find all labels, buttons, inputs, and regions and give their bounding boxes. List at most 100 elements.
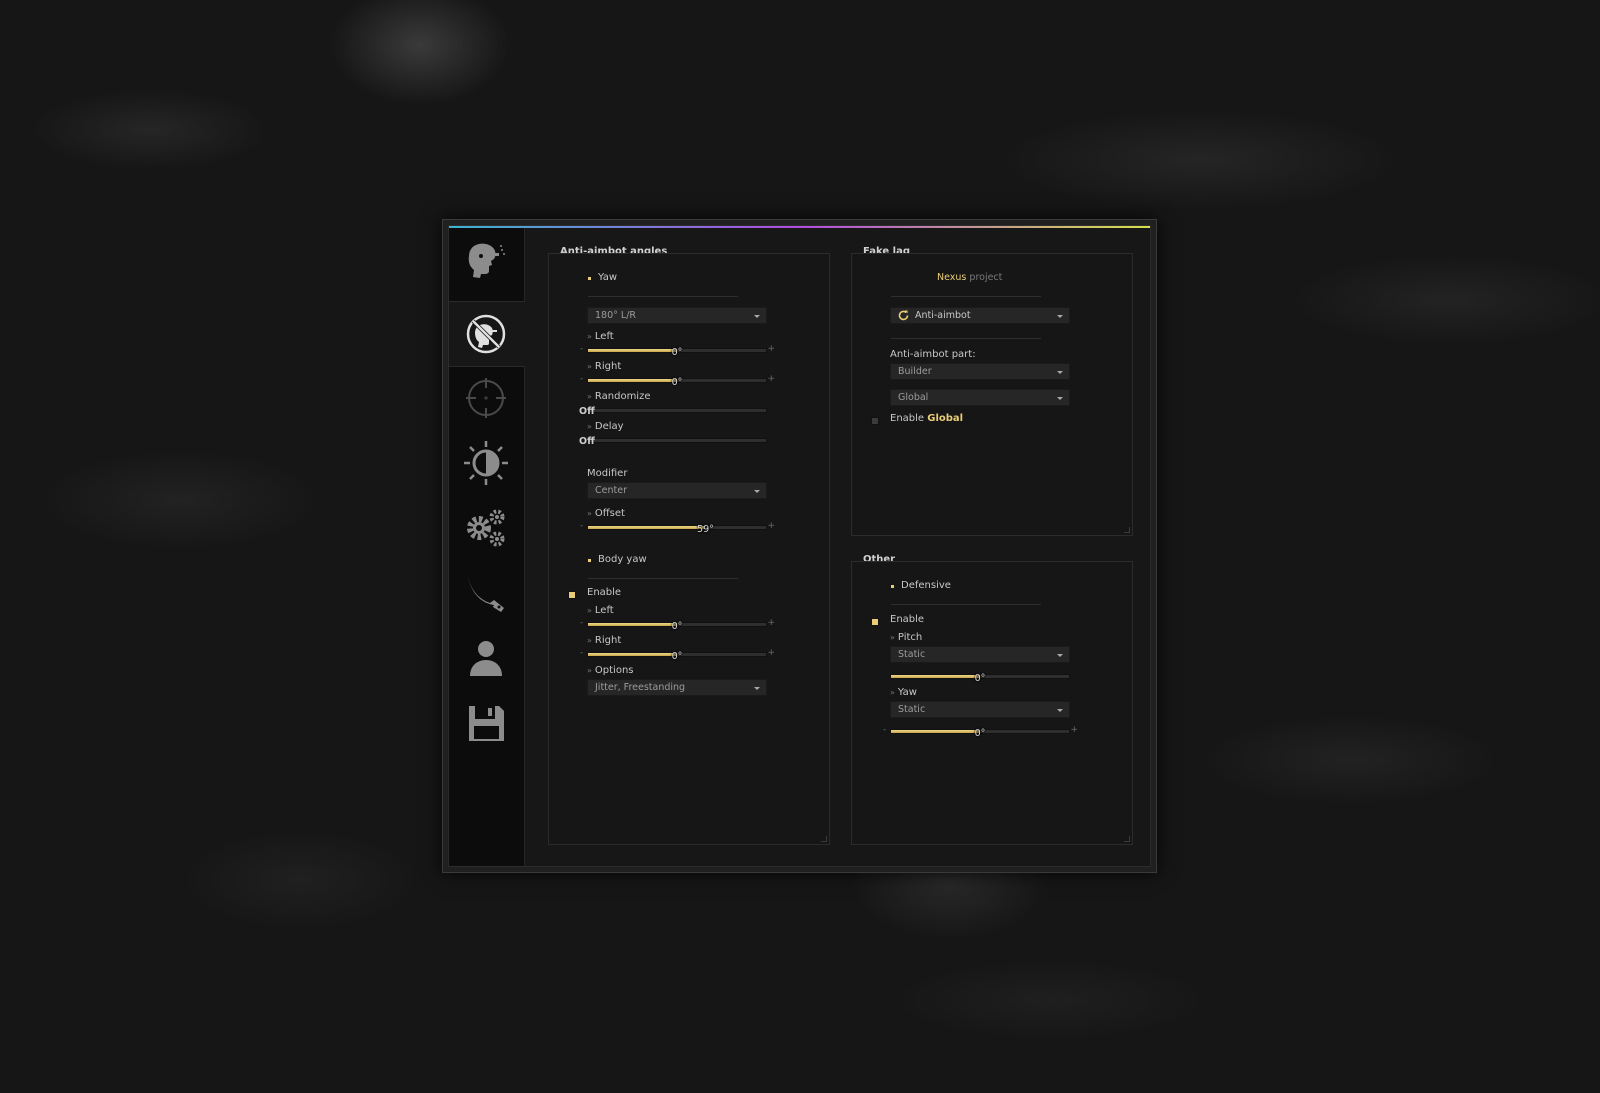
body-right-slider[interactable]: 0° - + bbox=[580, 648, 775, 662]
resize-handle[interactable] bbox=[1124, 836, 1130, 842]
enable-global-label[interactable]: Enable Global bbox=[890, 413, 963, 424]
chevron-down-icon bbox=[1057, 371, 1063, 374]
brand-label: Nexus project bbox=[937, 272, 1003, 283]
mode-separator bbox=[891, 338, 1041, 339]
aa-part-value: Builder bbox=[898, 366, 932, 377]
slider-decrement[interactable]: - bbox=[580, 374, 583, 384]
delay-value: Off bbox=[579, 436, 595, 447]
scope-value: Global bbox=[898, 392, 929, 403]
randomize-slider[interactable] bbox=[587, 408, 767, 413]
slider-value: 0° bbox=[974, 728, 986, 739]
tab-anti-aim[interactable] bbox=[449, 301, 525, 367]
resize-handle[interactable] bbox=[821, 836, 827, 842]
enable-global-checkbox[interactable] bbox=[871, 417, 879, 425]
slider-fill bbox=[588, 526, 706, 529]
slider-decrement[interactable]: - bbox=[580, 521, 583, 531]
other-groupbox: Defensive Enable » Pitch Static 0° » Yaw S… bbox=[851, 561, 1133, 845]
refresh-icon bbox=[898, 310, 909, 321]
slider-fill bbox=[891, 730, 980, 733]
defensive-enable-checkbox[interactable] bbox=[871, 618, 879, 626]
body-yaw-enable-checkbox[interactable] bbox=[568, 591, 576, 599]
body-left-slider[interactable]: 0° - + bbox=[580, 618, 775, 632]
fakelag-mode-value: Anti-aimbot bbox=[915, 310, 971, 321]
yaw-left-slider[interactable]: 0° - + bbox=[580, 344, 775, 358]
aa-groupbox: Yaw 180° L/R » Left 0° - + » Right 0° - + … bbox=[548, 253, 830, 845]
player-icon bbox=[470, 641, 502, 676]
slider-increment[interactable]: + bbox=[767, 344, 775, 354]
slider-fill bbox=[891, 675, 980, 678]
slider-value: 0° bbox=[671, 377, 683, 388]
defensive-yaw-slider[interactable]: 0° - + bbox=[883, 725, 1078, 739]
slider-increment[interactable]: + bbox=[767, 618, 775, 628]
pitch-label: » Pitch bbox=[890, 632, 923, 643]
chevron-down-icon bbox=[754, 687, 760, 690]
body-left-label: » Left bbox=[587, 605, 614, 616]
menu-inner: Anti-aimbot angles Yaw 180° L/R » Left 0°… bbox=[448, 225, 1151, 867]
pitch-dropdown-value: Static bbox=[898, 649, 926, 660]
yaw-dropdown[interactable]: 180° L/R bbox=[587, 307, 767, 324]
tab-skins[interactable] bbox=[449, 561, 524, 625]
anti-aim-icon bbox=[466, 314, 506, 354]
slider-increment[interactable]: + bbox=[767, 648, 775, 658]
yaw-header-bullet bbox=[588, 277, 591, 280]
slider-decrement[interactable]: - bbox=[580, 648, 583, 658]
options-label: » Options bbox=[587, 665, 634, 676]
fakelag-groupbox: Nexus project Anti-aimbot Anti-aimbot pa… bbox=[851, 253, 1133, 536]
pitch-slider[interactable]: 0° bbox=[890, 673, 1070, 684]
brand-separator bbox=[891, 296, 1041, 297]
menu-window: Anti-aimbot angles Yaw 180° L/R » Left 0°… bbox=[442, 219, 1157, 873]
offset-label: » Offset bbox=[587, 508, 625, 519]
defensive-yaw-dropdown[interactable]: Static bbox=[890, 701, 1070, 718]
slider-decrement[interactable]: - bbox=[580, 618, 583, 628]
modifier-dropdown[interactable]: Center bbox=[587, 482, 767, 499]
yaw-left-label: » Left bbox=[587, 331, 614, 342]
slider-value: 0° bbox=[671, 651, 683, 662]
yaw-separator bbox=[588, 296, 738, 297]
aa-part-dropdown[interactable]: Builder bbox=[890, 363, 1070, 380]
slider-increment[interactable]: + bbox=[1070, 725, 1078, 735]
slider-increment[interactable]: + bbox=[767, 374, 775, 384]
slider-value: 0° bbox=[974, 673, 986, 684]
defensive-yaw-label: » Yaw bbox=[890, 687, 917, 698]
slider-fill bbox=[588, 379, 677, 382]
tab-misc[interactable] bbox=[449, 496, 524, 560]
tab-legitbot[interactable] bbox=[449, 366, 524, 430]
tab-config[interactable] bbox=[449, 691, 524, 755]
sidebar bbox=[449, 228, 525, 866]
modifier-dropdown-value: Center bbox=[595, 485, 627, 496]
slider-fill bbox=[588, 623, 677, 626]
chevron-down-icon bbox=[1057, 654, 1063, 657]
yaw-header: Yaw bbox=[598, 272, 618, 283]
tab-visuals[interactable] bbox=[449, 431, 524, 495]
defensive-header-bullet bbox=[891, 585, 894, 588]
body-yaw-header-bullet bbox=[588, 559, 591, 562]
defensive-separator bbox=[891, 604, 1041, 605]
body-yaw-enable-label[interactable]: Enable bbox=[587, 587, 621, 598]
slider-increment[interactable]: + bbox=[767, 521, 775, 531]
knife-icon bbox=[468, 575, 504, 612]
fakelag-mode-dropdown[interactable]: Anti-aimbot bbox=[890, 307, 1070, 324]
slider-decrement[interactable]: - bbox=[883, 725, 886, 735]
tab-players[interactable] bbox=[449, 626, 524, 690]
resize-handle[interactable] bbox=[1124, 527, 1130, 533]
randomize-value: Off bbox=[579, 406, 595, 417]
tab-ragebot[interactable] bbox=[449, 228, 524, 292]
yaw-right-slider[interactable]: 0° - + bbox=[580, 374, 775, 388]
save-icon bbox=[469, 706, 504, 741]
slider-decrement[interactable]: - bbox=[580, 344, 583, 354]
scope-dropdown[interactable]: Global bbox=[890, 389, 1070, 406]
pitch-dropdown[interactable]: Static bbox=[890, 646, 1070, 663]
modifier-label: Modifier bbox=[587, 468, 628, 479]
options-dropdown[interactable]: Jitter, Freestanding bbox=[587, 679, 767, 696]
misc-gears-icon bbox=[467, 509, 505, 547]
chevron-down-icon bbox=[754, 315, 760, 318]
randomize-label: » Randomize bbox=[587, 391, 651, 402]
slider-value: 0° bbox=[671, 621, 683, 632]
offset-slider[interactable]: 59° - + bbox=[580, 521, 775, 535]
defensive-header: Defensive bbox=[901, 580, 951, 591]
defensive-enable-label[interactable]: Enable bbox=[890, 614, 924, 625]
body-right-label: » Right bbox=[587, 635, 622, 646]
delay-label: » Delay bbox=[587, 421, 624, 432]
options-dropdown-value: Jitter, Freestanding bbox=[595, 682, 686, 693]
delay-slider[interactable] bbox=[587, 438, 767, 443]
